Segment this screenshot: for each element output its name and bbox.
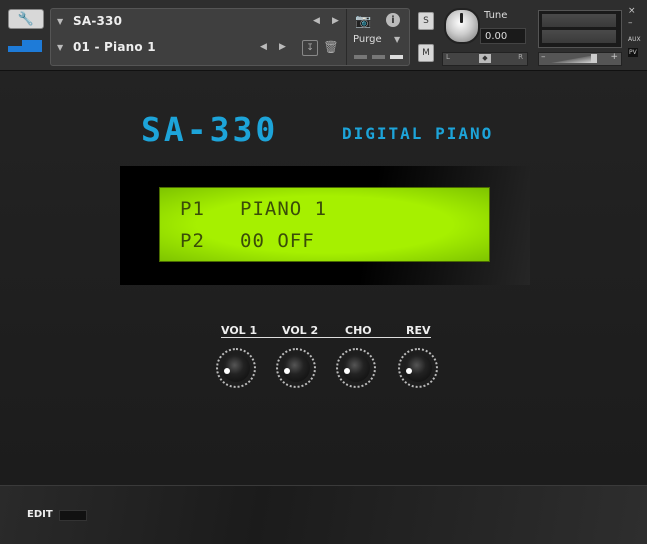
tune-knob[interactable] [444, 8, 480, 44]
dropdown-triangle-icon[interactable]: ▼ [57, 17, 65, 26]
minus-icon[interactable]: – [541, 52, 546, 62]
minimize-icon[interactable]: – [628, 18, 633, 28]
lcd-display: P1 PIANO 1 P2 00 OFF [159, 187, 490, 262]
info-icon[interactable]: i [386, 13, 400, 27]
camera-icon[interactable]: 📷 [355, 14, 371, 29]
cho-knob[interactable] [336, 348, 376, 388]
arrow-right-icon[interactable]: ▶ [279, 42, 286, 52]
memory-meter [354, 55, 367, 59]
trash-icon[interactable]: 🗑 [323, 40, 338, 54]
dropdown-triangle-icon[interactable]: ▼ [57, 43, 65, 52]
preset-name-row[interactable]: ▼ 01 - Piano 1 [57, 37, 156, 57]
footer-bar [0, 485, 647, 544]
tune-label: Tune [484, 10, 508, 21]
pan-left-label: L [446, 53, 450, 61]
level-meter [538, 10, 622, 48]
lcd-param-label: P1 [180, 198, 205, 220]
product-subtitle: DIGITAL PIANO [342, 124, 494, 143]
tune-value[interactable]: 0.00 [480, 28, 526, 44]
knob-label-vol1: VOL 1 [221, 324, 258, 337]
instrument-header: 🔧 ▼ SA-330 ◀ ▶ ▼ 01 - Piano 1 ◀ ▶ ↧ 🗑 📷 … [0, 0, 647, 71]
lcd-param-label: P2 [180, 230, 205, 252]
pan-handle[interactable]: ◆ [479, 54, 491, 63]
preset-name: 01 - Piano 1 [73, 40, 156, 54]
arrow-right-icon[interactable]: ▶ [332, 16, 339, 26]
vol1-knob[interactable] [216, 348, 256, 388]
edit-toggle[interactable] [59, 510, 87, 521]
plus-icon[interactable]: + [610, 52, 618, 62]
knob-label-vol2: VOL 2 [282, 324, 319, 337]
mute-button[interactable]: M [418, 44, 434, 62]
lcd-param-value: 00 OFF [240, 230, 315, 252]
vol2-knob[interactable] [276, 348, 316, 388]
pan-slider[interactable]: L ◆ R [442, 52, 528, 66]
product-logo: SA-330 [141, 110, 279, 149]
save-icon[interactable]: ↧ [302, 40, 318, 56]
knob-label-rev: REV [406, 324, 431, 337]
midi-channel-indicator [8, 40, 42, 52]
lcd-line-1: P1 PIANO 1 [180, 198, 326, 220]
wrench-icon[interactable]: 🔧 [8, 9, 44, 29]
close-icon[interactable]: × [628, 6, 636, 16]
volume-slider[interactable]: – + [538, 52, 622, 66]
purge-label[interactable]: Purge [353, 34, 382, 45]
instrument-name: SA-330 [73, 14, 123, 28]
arrow-left-icon[interactable]: ◀ [313, 16, 320, 26]
lcd-param-value: PIANO 1 [240, 198, 328, 220]
knob-label-cho: CHO [345, 324, 372, 337]
purge-dropdown-icon[interactable]: ▼ [394, 35, 400, 44]
aux-button[interactable]: AUX [628, 36, 641, 43]
pv-button[interactable]: PV [628, 48, 638, 57]
lcd-line-2: P2 00 OFF [180, 230, 314, 252]
arrow-left-icon[interactable]: ◀ [260, 42, 267, 52]
rev-knob[interactable] [398, 348, 438, 388]
pan-right-label: R [518, 53, 523, 61]
edit-label: EDIT [27, 509, 53, 520]
memory-meter [390, 55, 403, 59]
volume-handle[interactable] [591, 54, 597, 63]
instrument-panel: ▼ SA-330 ◀ ▶ ▼ 01 - Piano 1 ◀ ▶ ↧ 🗑 📷 i … [50, 8, 410, 66]
solo-button[interactable]: S [418, 12, 434, 30]
instrument-name-row[interactable]: ▼ SA-330 [57, 11, 122, 31]
knob-divider [221, 337, 431, 338]
memory-meter [372, 55, 385, 59]
